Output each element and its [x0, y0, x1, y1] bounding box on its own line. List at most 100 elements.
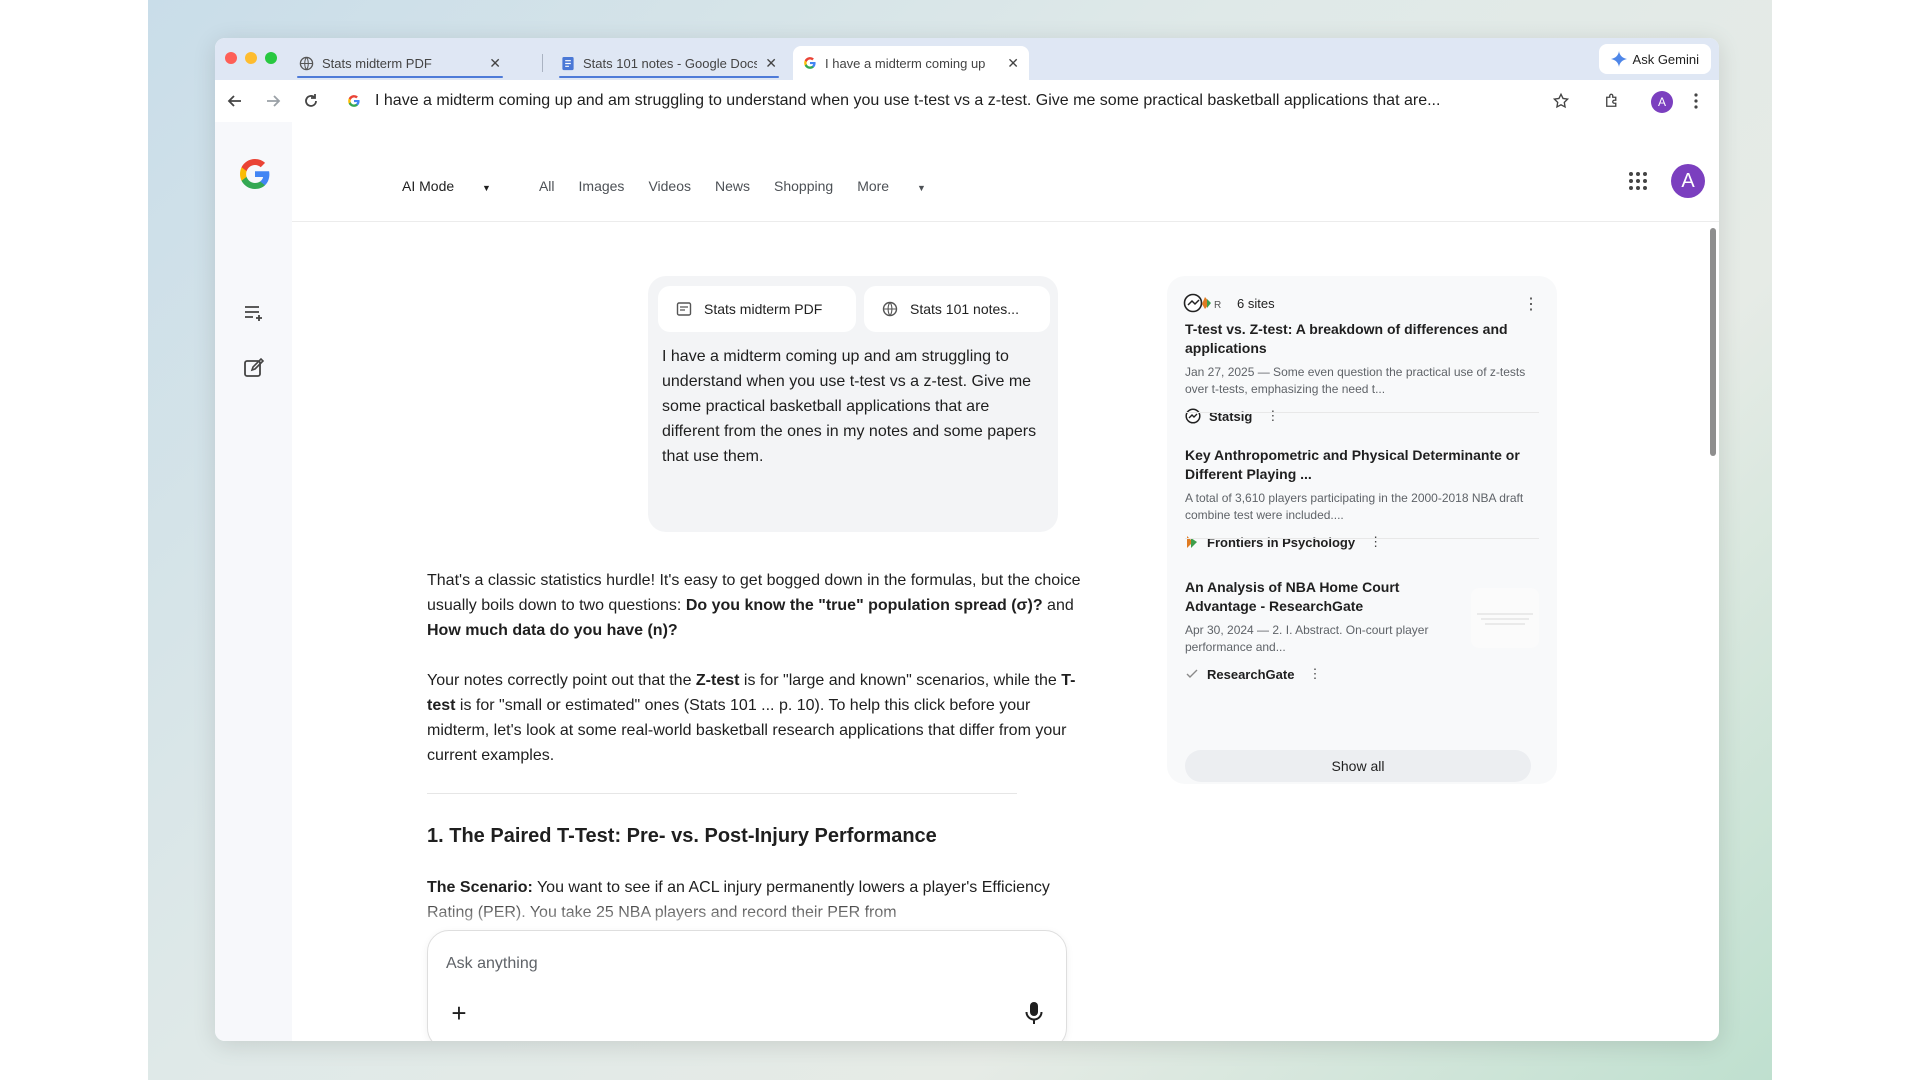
- query-text: I have a midterm coming up and am strugg…: [662, 348, 1037, 465]
- source-item[interactable]: T-test vs. Z-test: A breakdown of differ…: [1185, 320, 1545, 424]
- source-site: Statsig ⋮: [1185, 408, 1545, 424]
- answer-bold: How much data do you have (n)?: [427, 622, 678, 639]
- answer-bold: The Scenario:: [427, 879, 533, 896]
- show-all-label: Show all: [1331, 758, 1385, 774]
- voice-input-button[interactable]: [1024, 1001, 1048, 1027]
- close-window-button[interactable]: [225, 52, 237, 64]
- answer-bold: Z-test: [695, 672, 740, 689]
- site-name: Frontiers in Psychology: [1207, 534, 1356, 550]
- tab-title: Stats 101 notes - Google Docs: [583, 55, 758, 71]
- ask-input[interactable]: [446, 949, 1006, 979]
- source-divider: [1185, 412, 1539, 413]
- svg-text:R: R: [1214, 300, 1221, 311]
- source-divider: [1185, 538, 1539, 539]
- statsig-logo-icon: [1185, 408, 1201, 424]
- tab-more[interactable]: More ▼: [857, 178, 950, 194]
- address-bar[interactable]: I have a midterm coming up and am strugg…: [347, 84, 1719, 118]
- arrow-left-icon: [227, 95, 241, 107]
- answer-text: is for "small or estimated" ones (Stats …: [427, 697, 1067, 764]
- avatar-initial: A: [1681, 169, 1695, 192]
- tab-title: I have a midterm coming up: [825, 55, 986, 71]
- left-sidebar: [215, 122, 292, 1041]
- profile-avatar-small[interactable]: A: [1651, 91, 1673, 113]
- close-tab-icon[interactable]: ✕: [765, 55, 777, 72]
- tab-separator: [542, 54, 543, 72]
- close-tab-icon[interactable]: ✕: [489, 55, 501, 72]
- globe-icon: [299, 56, 314, 70]
- search-nav-tabs: AI Mode ▼ All Images Videos News Shoppin…: [402, 174, 974, 198]
- frontiers-logo-icon: [1187, 536, 1197, 548]
- source-site: ResearchGate ⋮: [1185, 666, 1545, 682]
- source-title[interactable]: T-test vs. Z-test: A breakdown of differ…: [1185, 320, 1545, 358]
- extensions-button[interactable]: [1601, 90, 1623, 112]
- reload-button[interactable]: [300, 90, 322, 112]
- gemini-sparkle-icon: [1610, 51, 1627, 67]
- google-g-icon: [348, 95, 360, 107]
- source-snippet: A total of 3,610 players participating i…: [1185, 491, 1524, 522]
- source-thumbnail[interactable]: [1471, 588, 1539, 648]
- sources-count: 6 sites: [1237, 295, 1275, 311]
- google-logo[interactable]: [237, 156, 273, 192]
- tab-shopping[interactable]: Shopping: [774, 178, 833, 194]
- ask-gemini-button[interactable]: Ask Gemini: [1598, 44, 1711, 74]
- tab-ai-mode[interactable]: AI Mode ▼: [402, 178, 515, 194]
- arrow-right-icon: [267, 95, 281, 107]
- maximize-window-button[interactable]: [265, 52, 277, 64]
- back-button[interactable]: [224, 90, 246, 112]
- site-name: Statsig: [1209, 408, 1253, 424]
- browser-toolbar: I have a midterm coming up and am strugg…: [215, 80, 1719, 122]
- profile-initial: A: [1657, 95, 1666, 109]
- source-item[interactable]: An Analysis of NBA Home Court Advantage …: [1185, 578, 1545, 682]
- answer-text: Your notes correctly point out that the: [427, 672, 696, 689]
- show-all-button[interactable]: Show all: [1185, 750, 1531, 782]
- add-attachment-button[interactable]: +: [446, 1000, 472, 1027]
- account-avatar[interactable]: A: [1671, 164, 1705, 198]
- pdf-doc-icon: [676, 302, 692, 316]
- tab-i-have-a-midterm[interactable]: I have a midterm coming up ✕: [793, 46, 1029, 80]
- chip-label: Stats 101 notes...: [910, 301, 1019, 317]
- source-site: Frontiers in Psychology ⋮: [1185, 534, 1545, 550]
- source-item[interactable]: Key Anthropometric and Physical Determin…: [1185, 446, 1545, 550]
- kebab-menu-icon: [1694, 93, 1698, 109]
- browser-menu-button[interactable]: [1685, 90, 1707, 112]
- tab-all[interactable]: All: [539, 178, 555, 194]
- source-more-icon[interactable]: ⋮: [1369, 534, 1382, 550]
- star-icon: [1552, 92, 1570, 109]
- google-apps-button[interactable]: [1627, 170, 1651, 194]
- ask-gemini-label: Ask Gemini: [1632, 51, 1699, 67]
- attachment-chip-stats-101-notes[interactable]: Stats 101 notes...: [864, 286, 1050, 332]
- scrollbar-thumb[interactable]: [1710, 228, 1716, 456]
- tab-stats-101-notes[interactable]: Stats 101 notes - Google Docs ✕: [551, 46, 787, 80]
- tab-news[interactable]: News: [715, 178, 750, 194]
- sources-header[interactable]: R 6 sites: [1183, 292, 1275, 314]
- source-more-icon[interactable]: ⋮: [1266, 408, 1279, 424]
- google-g-icon: [240, 159, 270, 189]
- apps-grid-icon: [1629, 172, 1647, 190]
- ask-box: +: [427, 930, 1067, 1041]
- tab-title: Stats midterm PDF: [322, 55, 432, 71]
- bookmark-star-button[interactable]: [1550, 90, 1572, 112]
- web-globe-icon: [882, 301, 898, 317]
- answer-paragraph: Your notes correctly point out that the …: [427, 668, 1087, 768]
- attachment-chip-stats-midterm-pdf[interactable]: Stats midterm PDF: [658, 286, 856, 332]
- address-text: I have a midterm coming up and am strugg…: [375, 92, 1441, 109]
- source-title[interactable]: Key Anthropometric and Physical Determin…: [1185, 446, 1545, 484]
- forward-button[interactable]: [262, 90, 284, 112]
- tab-videos[interactable]: Videos: [648, 178, 691, 194]
- new-chat-button[interactable]: [243, 357, 265, 379]
- puzzle-icon: [1606, 93, 1617, 107]
- minimize-window-button[interactable]: [245, 52, 257, 64]
- close-tab-icon[interactable]: ✕: [1007, 55, 1019, 72]
- history-list-icon: [245, 306, 262, 321]
- source-favicons-icon: R: [1183, 293, 1221, 313]
- more-label: More: [857, 178, 890, 194]
- source-title[interactable]: An Analysis of NBA Home Court Advantage …: [1185, 578, 1445, 616]
- google-g-icon: [804, 57, 816, 69]
- answer-text: is for "large and known" scenarios, whil…: [739, 672, 1062, 689]
- tab-images[interactable]: Images: [579, 178, 625, 194]
- tab-stats-midterm-pdf[interactable]: Stats midterm PDF ✕: [289, 46, 511, 80]
- sources-menu-button[interactable]: ⋮: [1523, 294, 1539, 314]
- source-snippet: Jan 27, 2025 — Some even question the pr…: [1185, 365, 1526, 396]
- history-list-button[interactable]: [243, 302, 265, 324]
- source-more-icon[interactable]: ⋮: [1308, 666, 1321, 682]
